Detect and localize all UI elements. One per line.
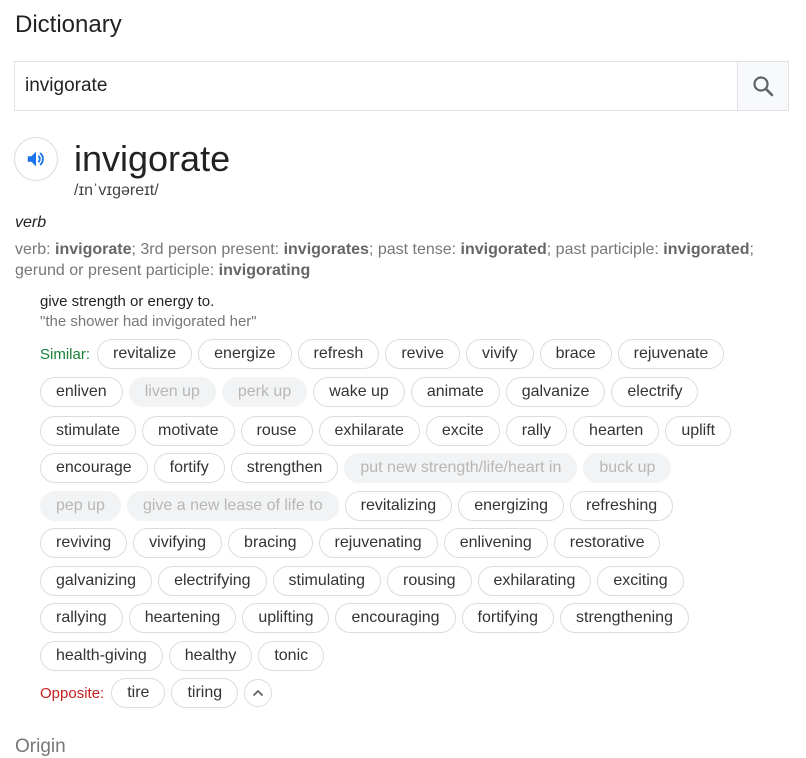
synonym-chip[interactable]: fortify	[153, 453, 225, 483]
synonym-chip[interactable]: stimulating	[272, 566, 382, 596]
synonym-chip[interactable]: electrifying	[158, 566, 267, 596]
synonym-row: pep up give a new lease of life to revital…	[40, 491, 679, 521]
synonym-chip[interactable]: electrify	[611, 377, 699, 407]
phonetic: /ɪnˈvɪɡəreɪt/	[74, 182, 159, 199]
synonym-chip[interactable]: galvanize	[505, 377, 606, 407]
synonym-chip[interactable]: revitalizing	[344, 491, 453, 521]
synonym-chip[interactable]: uplifting	[242, 603, 330, 633]
synonym-row: encourage fortify strengthen put new streng…	[40, 453, 677, 483]
word-forms: verb: invigorate; 3rd person present: in…	[15, 239, 775, 281]
synonym-chip[interactable]: rouse	[240, 416, 313, 446]
antonym-chip[interactable]: tire	[111, 678, 166, 708]
synonym-chip[interactable]: refreshing	[570, 491, 674, 521]
search-icon	[753, 76, 774, 97]
synonym-row: rallying heartening uplifting encouraging fo…	[40, 603, 695, 633]
synonym-chip[interactable]: uplift	[665, 416, 732, 446]
synonym-row: enliven liven up perk up wake up animate galv…	[40, 377, 704, 407]
synonym-chip[interactable]: energize	[198, 339, 292, 369]
forms-text: verb:	[15, 241, 56, 258]
synonym-chip[interactable]: health-giving	[40, 641, 163, 671]
forms-text: ; past tense:	[368, 241, 461, 258]
search-input[interactable]	[15, 62, 737, 110]
collapse-button[interactable]	[244, 679, 273, 707]
similar-label: Similar:	[40, 345, 91, 363]
synonym-chip[interactable]: enliven	[40, 377, 123, 407]
synonym-chip[interactable]: wake up	[313, 377, 405, 407]
synonym-chip[interactable]: rally	[505, 416, 568, 446]
synonym-chip[interactable]: rejuvenate	[617, 339, 725, 369]
form-gerund: invigorating	[218, 262, 311, 279]
page-title: Dictionary	[15, 11, 122, 38]
synonym-chip[interactable]: vivify	[466, 339, 534, 369]
synonym-chip[interactable]: vivifying	[133, 528, 223, 558]
headword: invigorate	[74, 138, 231, 179]
synonym-chip[interactable]: motivate	[142, 416, 235, 446]
form-past-tense: invigorated	[460, 241, 547, 258]
antonym-row: Opposite: tire tiring	[40, 678, 273, 708]
definition: give strength or energy to.	[40, 293, 215, 310]
synonym-chip[interactable]: refresh	[297, 339, 380, 369]
chevron-up-icon	[253, 690, 264, 696]
speaker-icon	[27, 151, 44, 167]
synonym-chip[interactable]: rousing	[387, 566, 472, 596]
synonym-chip[interactable]: brace	[539, 339, 612, 369]
synonym-chip[interactable]: restorative	[553, 528, 661, 558]
synonym-chip[interactable]: revitalize	[97, 339, 193, 369]
opposite-label: Opposite:	[40, 684, 105, 702]
origin-heading: Origin	[15, 736, 66, 757]
synonym-chip[interactable]: rejuvenating	[318, 528, 438, 558]
search-bar	[14, 61, 789, 111]
synonym-chip[interactable]: strengthening	[560, 603, 689, 633]
synonym-chip[interactable]: exciting	[597, 566, 684, 596]
synonym-row: stimulate motivate rouse exhilarate excite ra…	[40, 416, 737, 446]
part-of-speech: verb	[15, 214, 47, 231]
synonym-chip[interactable]: hearten	[573, 416, 660, 446]
synonym-row: Similar: revitalize energize refresh revive v…	[40, 339, 730, 369]
synonym-chip: perk up	[221, 377, 308, 407]
synonym-chip[interactable]: encouraging	[335, 603, 456, 633]
synonym-row: galvanizing electrifying stimulating rousin…	[40, 566, 690, 596]
synonym-row: reviving vivifying bracing rejuvenating enli…	[40, 528, 666, 558]
synonym-chip: pep up	[40, 491, 121, 521]
synonym-chip[interactable]: heartening	[128, 603, 237, 633]
synonym-chip[interactable]: energizing	[458, 491, 565, 521]
synonym-chip[interactable]: encourage	[40, 453, 148, 483]
synonym-row: health-giving healthy tonic	[40, 641, 330, 671]
form-base: invigorate	[55, 241, 132, 258]
synonym-chip: give a new lease of life to	[126, 491, 339, 521]
forms-text: ; 3rd person present:	[131, 241, 284, 258]
form-past-participle: invigorated	[663, 241, 750, 258]
antonym-chip[interactable]: tiring	[171, 678, 239, 708]
forms-text: ; past participle:	[546, 241, 664, 258]
form-third-person: invigorates	[283, 241, 369, 258]
synonym-chip[interactable]: enlivening	[443, 528, 548, 558]
pronunciation-button[interactable]	[14, 137, 58, 181]
synonym-chip[interactable]: exhilarating	[477, 566, 592, 596]
example-sentence: "the shower had invigorated her"	[40, 313, 257, 330]
search-button[interactable]	[737, 62, 788, 110]
synonym-chip[interactable]: reviving	[40, 528, 128, 558]
synonym-chip[interactable]: tonic	[258, 641, 325, 671]
synonym-chip[interactable]: rallying	[40, 603, 123, 633]
synonym-chip[interactable]: excite	[425, 416, 500, 446]
synonym-chip: put new strength/life/heart in	[344, 453, 578, 483]
synonym-chip[interactable]: stimulate	[40, 416, 137, 446]
synonym-chip: liven up	[128, 377, 216, 407]
synonym-chip[interactable]: healthy	[168, 641, 253, 671]
synonym-chip[interactable]: galvanizing	[40, 566, 153, 596]
synonym-chip[interactable]: fortifying	[461, 603, 555, 633]
synonym-chip[interactable]: exhilarate	[318, 416, 420, 446]
synonym-chip[interactable]: strengthen	[230, 453, 339, 483]
synonym-chip[interactable]: bracing	[228, 528, 313, 558]
synonym-chip[interactable]: animate	[410, 377, 500, 407]
synonym-chip[interactable]: revive	[385, 339, 461, 369]
synonym-chip: buck up	[583, 453, 672, 483]
